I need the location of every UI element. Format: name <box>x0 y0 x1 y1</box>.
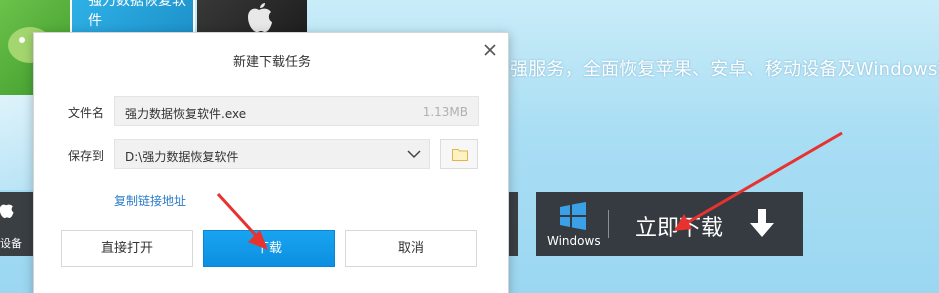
download-button[interactable]: 下载 <box>203 230 335 267</box>
save-path-value: D:\强力数据恢复软件 <box>125 150 239 164</box>
browse-folder-button[interactable] <box>440 139 478 169</box>
download-now-label: 立即下载 <box>635 216 724 241</box>
open-directly-button[interactable]: 直接打开 <box>61 230 193 267</box>
chevron-down-icon <box>407 150 421 159</box>
cancel-button[interactable]: 取消 <box>345 230 477 267</box>
windows-label: Windows <box>547 234 601 248</box>
site-tagline: 强服务，全面恢复苹果、安卓、移动设备及Windows数据 <box>510 59 939 80</box>
product-tile-text: 强力数据恢复软件 <box>88 0 186 29</box>
saveto-label: 保存到 <box>68 149 105 163</box>
device-label: 设备 <box>0 237 22 250</box>
folder-icon <box>452 149 468 161</box>
new-download-dialog: 新建下载任务 文件名 强力数据恢复软件.exe 1.13MB 保存到 D:\强力… <box>33 32 509 293</box>
download-arrow-icon <box>750 209 774 237</box>
dialog-title: 新建下载任务 <box>232 55 311 70</box>
apple-icon <box>0 204 14 218</box>
apple-icon <box>248 3 272 32</box>
device-download-tab[interactable]: 设备 <box>0 192 34 256</box>
divider <box>608 210 609 238</box>
filename-value: 强力数据恢复软件.exe <box>125 107 247 121</box>
save-path-dropdown[interactable]: D:\强力数据恢复软件 <box>114 139 430 169</box>
windows-download-button[interactable]: Windows 立即下载 <box>536 192 803 256</box>
close-icon[interactable] <box>481 41 499 59</box>
copy-link-address[interactable]: 复制链接地址 <box>114 192 186 209</box>
filename-field[interactable]: 强力数据恢复软件.exe 1.13MB <box>114 96 479 126</box>
filename-label: 文件名 <box>68 106 105 120</box>
windows-logo-icon <box>560 202 586 230</box>
file-size: 1.13MB <box>422 105 468 119</box>
